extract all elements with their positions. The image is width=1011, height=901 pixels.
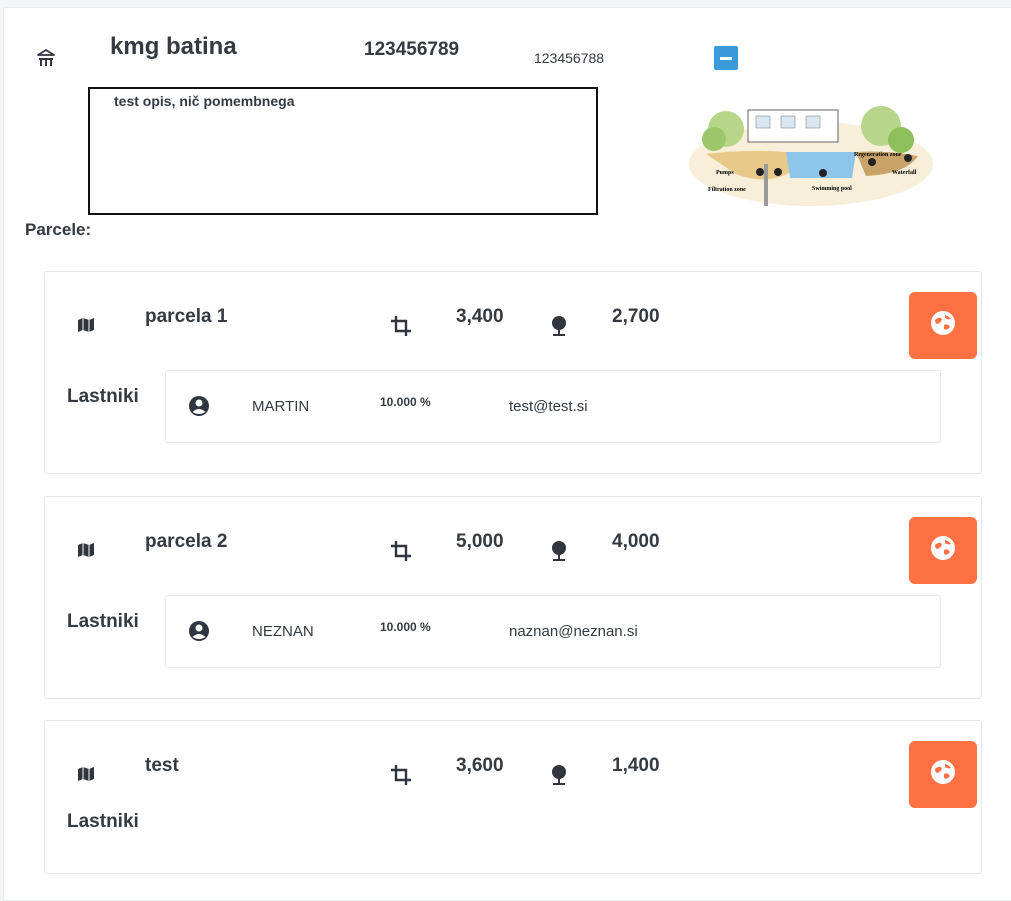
parcel-name: test xyxy=(145,755,179,776)
map-icon xyxy=(77,766,95,782)
map-icon xyxy=(77,542,95,558)
parcel-area: 3,600 xyxy=(456,755,504,776)
owner-share: 10.000 % xyxy=(380,620,431,634)
globe-icon xyxy=(930,535,956,566)
owners-label: Lastniki xyxy=(67,811,139,832)
parcel-trees: 2,700 xyxy=(612,306,660,327)
diagram-label-swimming: Swimming pool xyxy=(812,186,852,192)
parcel-card: parcela 2 5,000 4,000 Lastniki NEZNAN 10… xyxy=(44,496,982,699)
tree-icon xyxy=(550,315,568,337)
parcel-card: parcela 1 3,400 2,700 Lastniki MARTIN 10… xyxy=(44,271,982,474)
tree-icon xyxy=(550,540,568,562)
owners-label: Lastniki xyxy=(67,611,139,632)
tree-icon xyxy=(550,764,568,786)
map-globe-button[interactable] xyxy=(909,741,977,808)
description-box: test opis, nič pomembnega xyxy=(88,87,598,215)
diagram-label-pumps: Pumps xyxy=(716,170,734,176)
map-icon xyxy=(77,317,95,333)
property-title: kmg batina xyxy=(110,33,237,60)
diagram-label-filtration: Filtration zone xyxy=(708,187,746,193)
description-text: test opis, nič pomembnega xyxy=(114,93,295,109)
crop-icon xyxy=(390,764,412,786)
parcel-card: test 3,600 1,400 Lastniki xyxy=(44,720,982,874)
owner-name: MARTIN xyxy=(252,398,310,415)
parcels-heading: Parcele: xyxy=(25,220,92,239)
owner-name: NEZNAN xyxy=(252,623,314,640)
parcel-trees: 1,400 xyxy=(612,755,660,776)
owner-share: 10.000 % xyxy=(380,395,431,409)
property-number-secondary: 123456788 xyxy=(534,50,605,66)
owner-row: MARTIN 10.000 % test@test.si xyxy=(165,370,941,443)
crop-icon xyxy=(390,540,412,562)
collapse-button[interactable] xyxy=(714,46,738,70)
parcel-name: parcela 1 xyxy=(145,306,228,327)
user-circle-icon xyxy=(188,395,210,417)
parcel-trees: 4,000 xyxy=(612,531,660,552)
parcel-name: parcela 2 xyxy=(145,531,228,552)
diagram-label-waterfall: Waterfall xyxy=(892,170,917,176)
owner-email[interactable]: test@test.si xyxy=(509,398,588,415)
parcel-area: 3,400 xyxy=(456,306,504,327)
map-globe-button[interactable] xyxy=(909,517,977,584)
owner-row: NEZNAN 10.000 % naznan@neznan.si xyxy=(165,595,941,668)
owner-email[interactable]: naznan@neznan.si xyxy=(509,623,638,640)
globe-icon xyxy=(930,759,956,790)
globe-icon xyxy=(930,310,956,341)
parcel-area: 5,000 xyxy=(456,531,504,552)
user-circle-icon xyxy=(188,620,210,642)
property-number: 123456789 xyxy=(364,39,460,60)
building-icon xyxy=(36,48,56,68)
pond-diagram-image: Pumps Filtration zone Swimming pool Rege… xyxy=(689,106,933,206)
diagram-label-regeneration: Regeneration zone xyxy=(854,152,902,158)
owners-label: Lastniki xyxy=(67,386,139,407)
crop-icon xyxy=(390,315,412,337)
map-globe-button[interactable] xyxy=(909,292,977,359)
